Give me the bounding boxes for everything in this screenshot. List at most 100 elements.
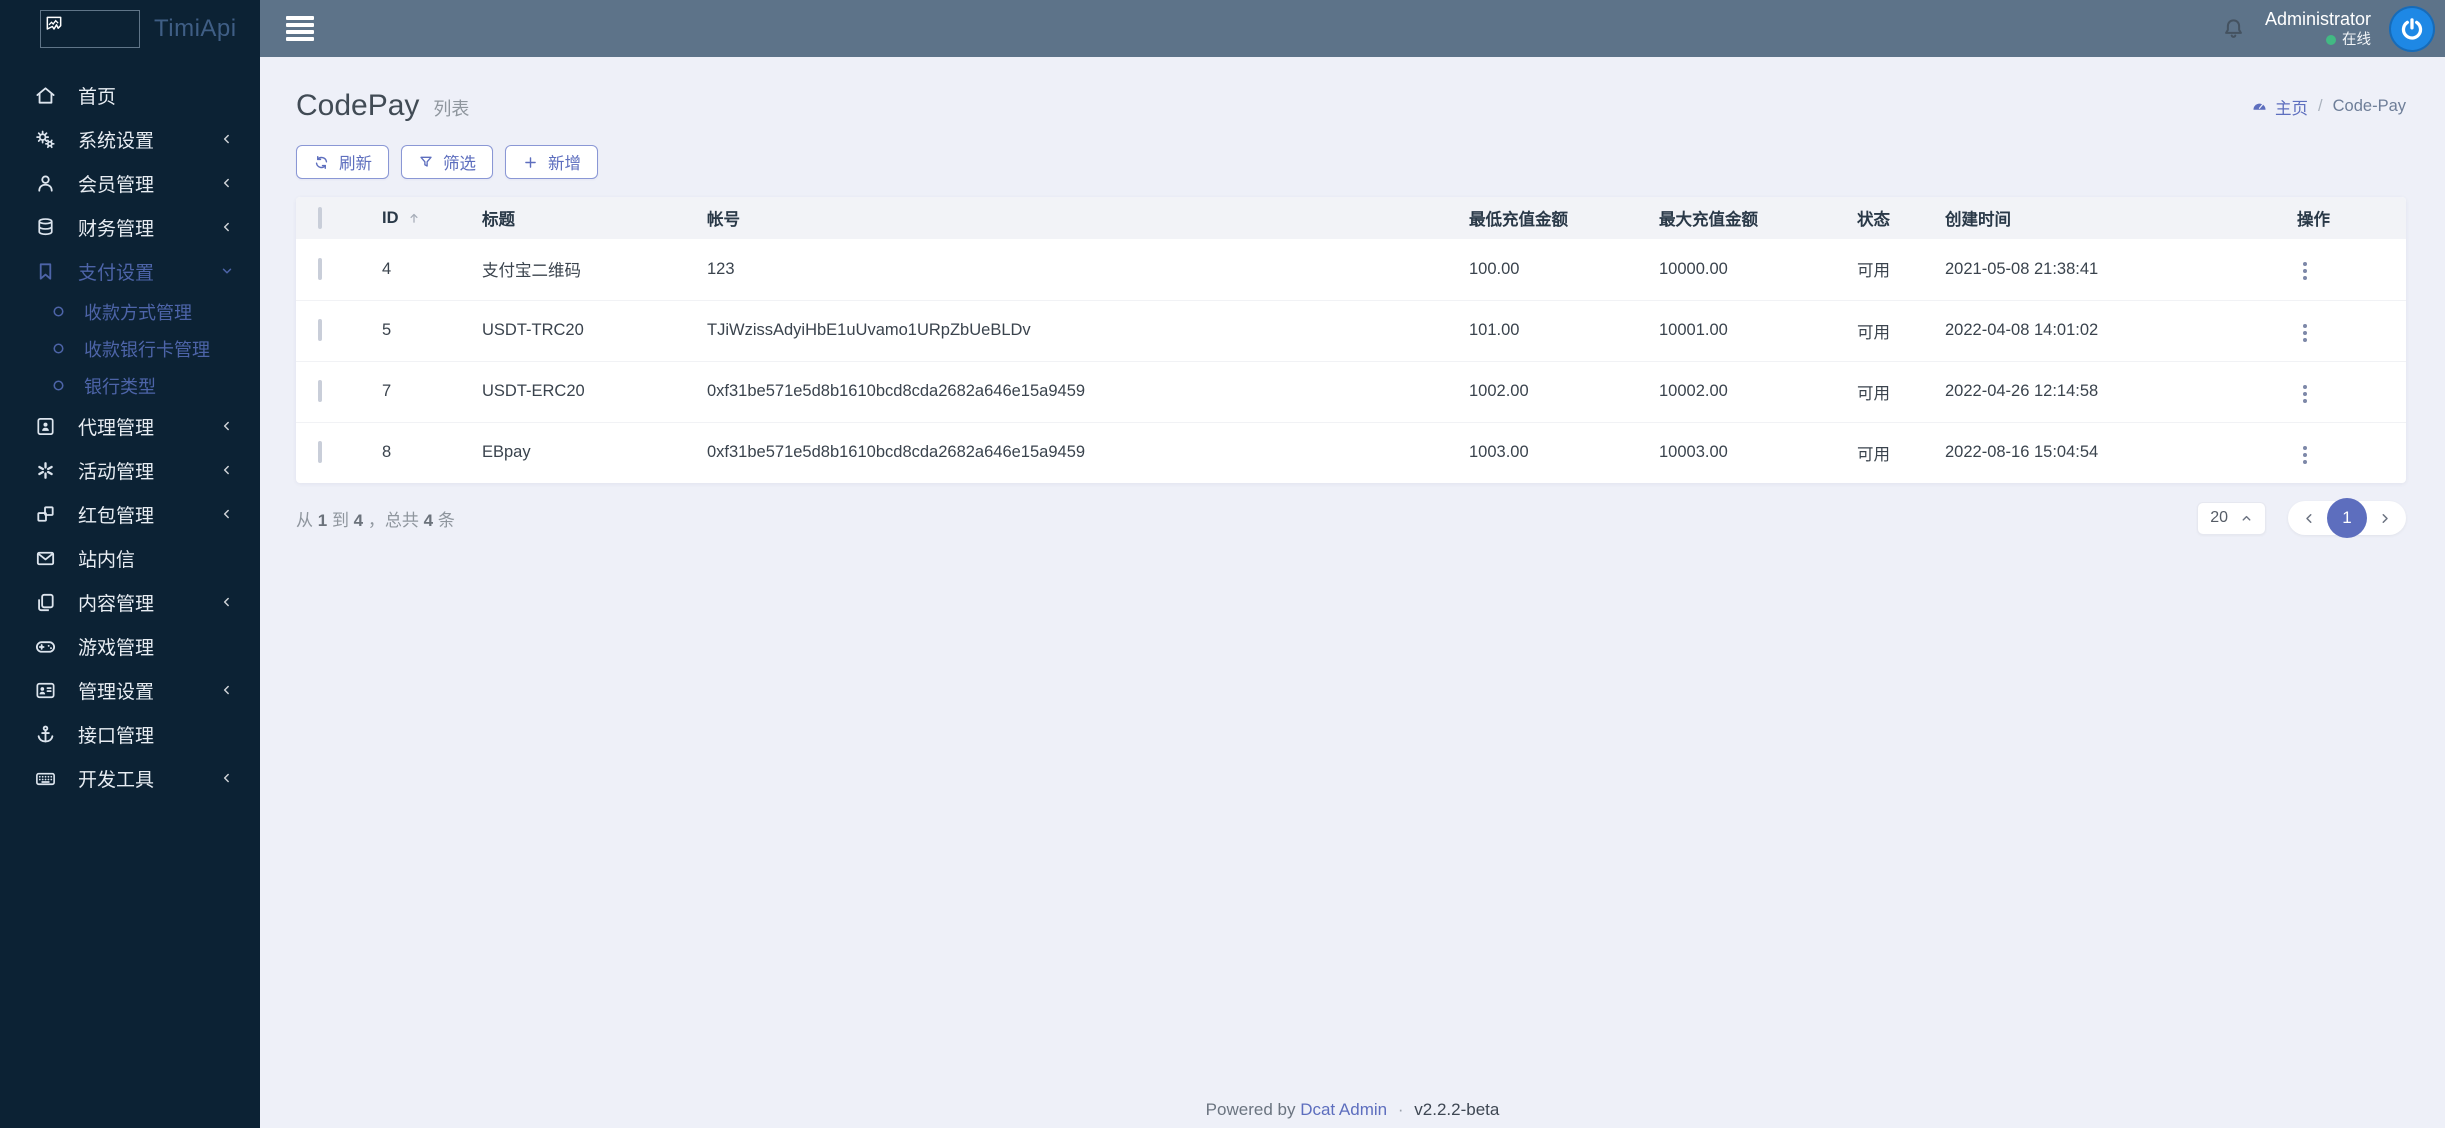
create-button[interactable]: 新增: [505, 145, 598, 179]
dcat-admin-link[interactable]: Dcat Admin: [1300, 1100, 1387, 1119]
chevron-left-icon: [216, 595, 234, 609]
sidebar-item-label: 站内信: [78, 545, 234, 572]
column-header-account: 帐号: [707, 197, 1469, 239]
user-menu[interactable]: Administrator 在线: [2265, 8, 2371, 49]
sidebar-item-activity-management[interactable]: 活动管理: [0, 448, 260, 492]
sidebar-item-label: 管理设置: [78, 677, 216, 704]
page-title: CodePay: [296, 89, 419, 123]
cell-max: 10001.00: [1659, 300, 1857, 361]
topbar-right: Administrator 在线: [2220, 6, 2435, 52]
sidebar-menu: 首页 系统设置 会员管理: [0, 57, 260, 800]
column-header-status: 状态: [1857, 197, 1945, 239]
breadcrumb-home-link[interactable]: 主页: [2251, 95, 2308, 119]
refresh-icon: [313, 154, 330, 171]
gamepad-icon: [32, 635, 58, 658]
cell-min: 100.00: [1469, 239, 1659, 300]
refresh-button[interactable]: 刷新: [296, 145, 389, 179]
sidebar-item-label: 开发工具: [78, 765, 216, 792]
gauge-icon: [2251, 98, 2268, 115]
row-checkbox[interactable]: [318, 380, 322, 402]
column-header-min: 最低充值金额: [1469, 197, 1659, 239]
sidebar-subitem-payment-method-management[interactable]: 收款方式管理: [0, 293, 260, 330]
cell-min: 1003.00: [1469, 422, 1659, 483]
cell-id: 8: [382, 422, 482, 483]
user-name: Administrator: [2265, 8, 2371, 31]
data-table: ID 标题 帐号 最低充值金额 最大充值金额 状态: [296, 197, 2406, 483]
row-checkbox[interactable]: [318, 258, 322, 280]
cell-title: 支付宝二维码: [482, 239, 707, 300]
sort-asc-icon[interactable]: [407, 211, 421, 225]
sidebar-item-game-management[interactable]: 游戏管理: [0, 624, 260, 668]
sidebar-item-member-management[interactable]: 会员管理: [0, 161, 260, 205]
cell-id: 4: [382, 239, 482, 300]
filter-button[interactable]: 筛选: [401, 145, 493, 179]
brand-name: TimiApi: [154, 15, 237, 43]
row-actions-icon[interactable]: [2297, 440, 2313, 470]
chevron-left-icon: [216, 507, 234, 521]
cell-status: 可用: [1857, 361, 1945, 422]
chevron-left-icon: [216, 463, 234, 477]
sidebar-item-payment-settings[interactable]: 支付设置: [0, 249, 260, 293]
sidebar-item-finance-management[interactable]: 财务管理: [0, 205, 260, 249]
cell-title: USDT-TRC20: [482, 300, 707, 361]
table-card: ID 标题 帐号 最低充值金额 最大充值金额 状态: [296, 197, 2406, 483]
chevron-up-icon: [2240, 512, 2253, 525]
sidebar-item-label: 活动管理: [78, 457, 216, 484]
table-header-row: ID 标题 帐号 最低充值金额 最大充值金额 状态: [296, 197, 2406, 239]
app-footer: Powered by Dcat Admin · v2.2.2-beta: [260, 1100, 2445, 1120]
filter-icon: [418, 154, 434, 170]
content: CodePay 列表 主页 / Code-Pay 刷新: [260, 57, 2445, 1128]
keyboard-icon: [32, 767, 58, 790]
table-footer: 从 1 到 4 ，总共 4 条 20: [296, 501, 2406, 535]
row-checkbox[interactable]: [318, 319, 322, 341]
logo-box: [40, 10, 140, 48]
database-icon: [32, 216, 58, 239]
sidebar-item-dev-tools[interactable]: 开发工具: [0, 756, 260, 800]
row-actions-icon[interactable]: [2297, 379, 2313, 409]
powered-by-text: Powered by: [1206, 1100, 1296, 1119]
breadcrumb: 主页 / Code-Pay: [2251, 95, 2406, 119]
column-header-actions: 操作: [2297, 197, 2406, 239]
bell-icon[interactable]: [2220, 15, 2247, 42]
per-page-select[interactable]: 20: [2197, 502, 2266, 535]
brand[interactable]: TimiApi: [0, 0, 260, 57]
cell-account: TJiWzissAdyiHbE1uUvamo1URpZbUeBLDv: [707, 300, 1469, 361]
cell-min: 1002.00: [1469, 361, 1659, 422]
sidebar-item-api-management[interactable]: 接口管理: [0, 712, 260, 756]
sidebar-item-home[interactable]: 首页: [0, 73, 260, 117]
spark-icon: [32, 459, 58, 482]
home-icon: [32, 84, 58, 107]
pagination-summary: 从 1 到 4 ，总共 4 条: [296, 506, 455, 531]
sidebar-subitem-bank-card-management[interactable]: 收款银行卡管理: [0, 330, 260, 367]
sidebar-item-admin-settings[interactable]: 管理设置: [0, 668, 260, 712]
topbar: Administrator 在线: [260, 0, 2445, 57]
row-actions-icon[interactable]: [2297, 256, 2313, 286]
row-checkbox[interactable]: [318, 441, 322, 463]
cell-id: 7: [382, 361, 482, 422]
sidebar-item-site-message[interactable]: 站内信: [0, 536, 260, 580]
cell-id: 5: [382, 300, 482, 361]
cell-max: 10003.00: [1659, 422, 1857, 483]
cell-status: 可用: [1857, 300, 1945, 361]
menu-toggle-icon[interactable]: [286, 16, 314, 41]
toolbar: 刷新 筛选 新增: [296, 145, 2406, 179]
sidebar-subitem-label: 银行类型: [84, 373, 156, 399]
sidebar-subitem-bank-type[interactable]: 银行类型: [0, 367, 260, 404]
current-page-button[interactable]: 1: [2327, 498, 2367, 538]
sidebar-item-content-management[interactable]: 内容管理: [0, 580, 260, 624]
sidebar-item-system-settings[interactable]: 系统设置: [0, 117, 260, 161]
avatar[interactable]: [2389, 6, 2435, 52]
pagination-controls: 20 1: [2197, 501, 2406, 535]
per-page-value: 20: [2210, 509, 2228, 527]
table-row: 7 USDT-ERC20 0xf31be571e5d8b1610bcd8cda2…: [296, 361, 2406, 422]
plus-icon: [522, 154, 539, 171]
prev-page-button[interactable]: [2294, 511, 2325, 526]
sidebar-item-redpacket-management[interactable]: 红包管理: [0, 492, 260, 536]
next-page-button[interactable]: [2369, 511, 2400, 526]
sidebar-item-agent-management[interactable]: 代理管理: [0, 404, 260, 448]
select-all-checkbox[interactable]: [318, 207, 322, 229]
row-actions-icon[interactable]: [2297, 318, 2313, 348]
power-icon: [2398, 15, 2426, 43]
refresh-label: 刷新: [339, 150, 372, 174]
column-header-id: ID: [382, 209, 399, 228]
